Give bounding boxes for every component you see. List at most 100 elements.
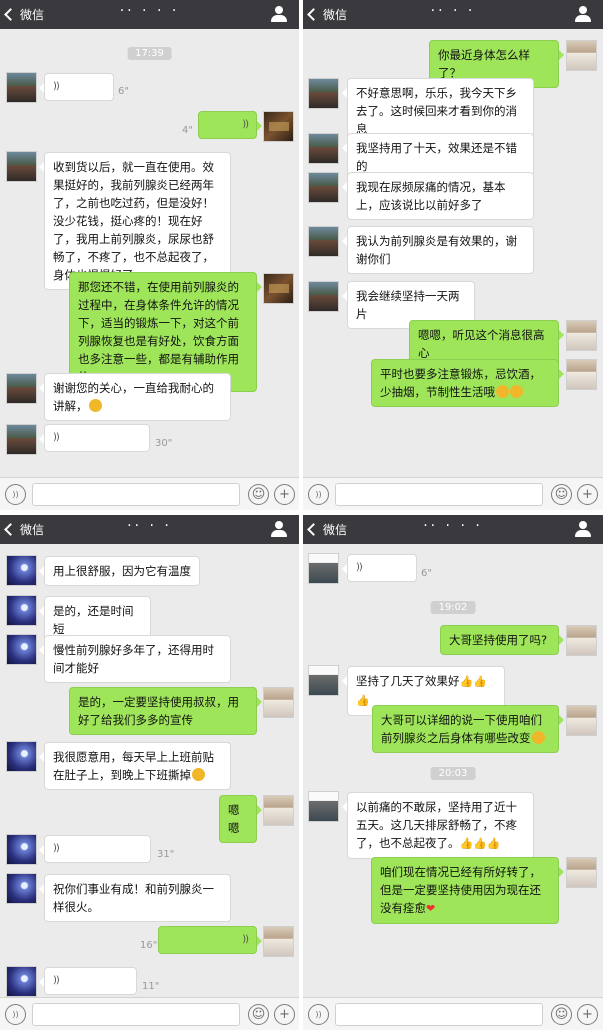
voice-message[interactable]: )) [39,73,114,101]
input-toolbar: )) ☺ + [303,477,603,510]
text-message[interactable]: 我认为前列腺炎是有效果的，谢谢你们 [342,226,534,274]
text-message[interactable]: 以前痛的不敢尿，坚持用了近十五天。这几天排尿舒畅了，不疼了，也不总起夜了。👍👍👍 [342,792,534,859]
avatar[interactable] [308,226,339,257]
emoji-button[interactable]: ☺ [248,484,269,505]
contact-info-icon[interactable] [271,6,287,23]
avatar[interactable] [566,857,597,888]
voice-message[interactable]: )) [39,967,137,995]
voice-message[interactable]: )) [198,111,262,139]
avatar[interactable] [263,273,294,304]
heart-emoji-icon: ❤ [426,902,436,915]
avatar[interactable] [566,40,597,71]
avatar[interactable] [308,791,339,822]
avatar[interactable] [308,553,339,584]
text-message[interactable]: 谢谢您的关心，一直给我耐心的讲解， [39,373,231,421]
chat-panel-2: 微信 ·· · · 你最近身体怎么样了？ 不好意思啊，乐乐，我今天下乡去了。这时… [303,0,603,510]
contact-info-icon[interactable] [271,521,287,538]
plus-button[interactable]: + [577,484,598,505]
smile-emoji-icon [496,385,509,398]
text-message[interactable]: 收到货以后，就一直在使用。效果挺好的，我前列腺炎已经两年了，之前也吃过药，但是没… [39,152,231,290]
message-input[interactable] [32,483,240,506]
avatar[interactable] [6,373,37,404]
voice-input-button[interactable]: )) [308,484,329,505]
plus-button[interactable]: + [577,1004,598,1025]
plus-button[interactable]: + [274,1004,295,1025]
timestamp: 17:39 [127,47,172,60]
voice-message[interactable]: )) [39,835,151,863]
message-input[interactable] [32,1003,240,1026]
avatar[interactable] [6,873,37,904]
emoji-button[interactable]: ☺ [551,1004,572,1025]
voice-message[interactable]: )) [39,424,150,452]
chat-panel-1: 微信 ·· · · · 17:39 )) 6" 4" )) 收到货以后，就一直在… [0,0,299,510]
chat-title: ·· · · [430,3,476,19]
text-message[interactable]: 嗯嗯 [219,795,262,843]
avatar[interactable] [6,634,37,665]
chat-header: 微信 ·· · · · [303,515,603,544]
voice-input-icon: )) [315,489,322,499]
plus-icon: + [279,1007,290,1022]
back-button[interactable]: 微信 [307,6,347,23]
avatar[interactable] [263,687,294,718]
text-message[interactable]: 我很愿意用，每天早上上班前贴在肚子上，到晚上下班撕掉 [39,742,231,790]
text-message[interactable]: 用上很舒服，因为它有温度 [39,556,200,586]
contact-info-icon[interactable] [575,6,591,23]
avatar[interactable] [6,741,37,772]
text-message[interactable]: 慢性前列腺好多年了，还得用时间才能好 [39,635,231,683]
emoji-icon: ☺ [554,1007,569,1022]
message-input[interactable] [335,1003,543,1026]
thumbs-up-emoji-icon: 👍 [473,675,487,688]
voice-input-button[interactable]: )) [5,1004,26,1025]
avatar[interactable] [6,834,37,865]
voice-message[interactable]: )) [158,926,262,954]
chevron-left-icon [307,8,320,21]
avatar[interactable] [263,795,294,826]
voice-icon: )) [53,81,60,92]
voice-duration: 30" [155,438,173,449]
avatar[interactable] [308,281,339,312]
plus-button[interactable]: + [274,484,295,505]
plus-icon: + [582,1007,593,1022]
emoji-button[interactable]: ☺ [551,484,572,505]
text-message[interactable]: 我现在尿频尿痛的情况，基本上，应该说比以前好多了 [342,172,534,220]
avatar[interactable] [6,424,37,455]
back-button[interactable]: 微信 [307,521,348,538]
back-label: 微信 [323,523,348,537]
avatar[interactable] [263,926,294,957]
avatar[interactable] [308,172,339,203]
text-message[interactable]: 平时也要多注意锻炼，忌饮酒，少抽烟，节制性生活哦 [371,359,564,407]
avatar[interactable] [6,555,37,586]
avatar[interactable] [566,359,597,390]
text-message[interactable]: 大哥可以详细的说一下使用咱们前列腺炎之后身体有哪些改变 [372,705,564,753]
emoji-button[interactable]: ☺ [248,1004,269,1025]
text-message[interactable]: 大哥坚持使用了吗? [440,625,564,655]
emoji-icon: ☺ [251,487,266,502]
back-button[interactable]: 微信 [4,521,44,538]
avatar[interactable] [263,111,294,142]
voice-input-icon: )) [12,489,19,499]
contact-info-icon[interactable] [575,521,591,538]
chat-panel-4: 微信 ·· · · · )) 6" 19:02 大哥坚持使用了吗? 坚持了几天了… [303,515,603,1030]
input-toolbar: )) ☺ + [0,477,299,510]
text-message[interactable]: 祝你们事业有成！和前列腺炎一样很火。 [39,874,231,922]
voice-input-button[interactable]: )) [308,1004,329,1025]
avatar[interactable] [6,966,37,997]
avatar[interactable] [308,665,339,696]
avatar[interactable] [566,320,597,351]
avatar[interactable] [6,595,37,626]
voice-message[interactable]: )) [342,554,417,582]
voice-input-button[interactable]: )) [5,484,26,505]
avatar[interactable] [308,133,339,164]
avatar[interactable] [6,151,37,182]
message-input[interactable] [335,483,543,506]
chevron-left-icon [4,8,17,21]
avatar[interactable] [566,705,597,736]
plus-icon: + [279,487,290,502]
avatar[interactable] [308,78,339,109]
avatar[interactable] [6,72,37,103]
back-button[interactable]: 微信 [4,6,44,23]
text-message[interactable]: 咱们现在情况已经有所好转了，但是一定要坚持使用因为现在还没有痊愈❤ [371,857,564,924]
avatar[interactable] [566,625,597,656]
text-message[interactable]: 是的，一定要坚持使用叔叔，用好了给我们多多的宣传 [69,687,262,735]
smile-emoji-icon [192,768,205,781]
